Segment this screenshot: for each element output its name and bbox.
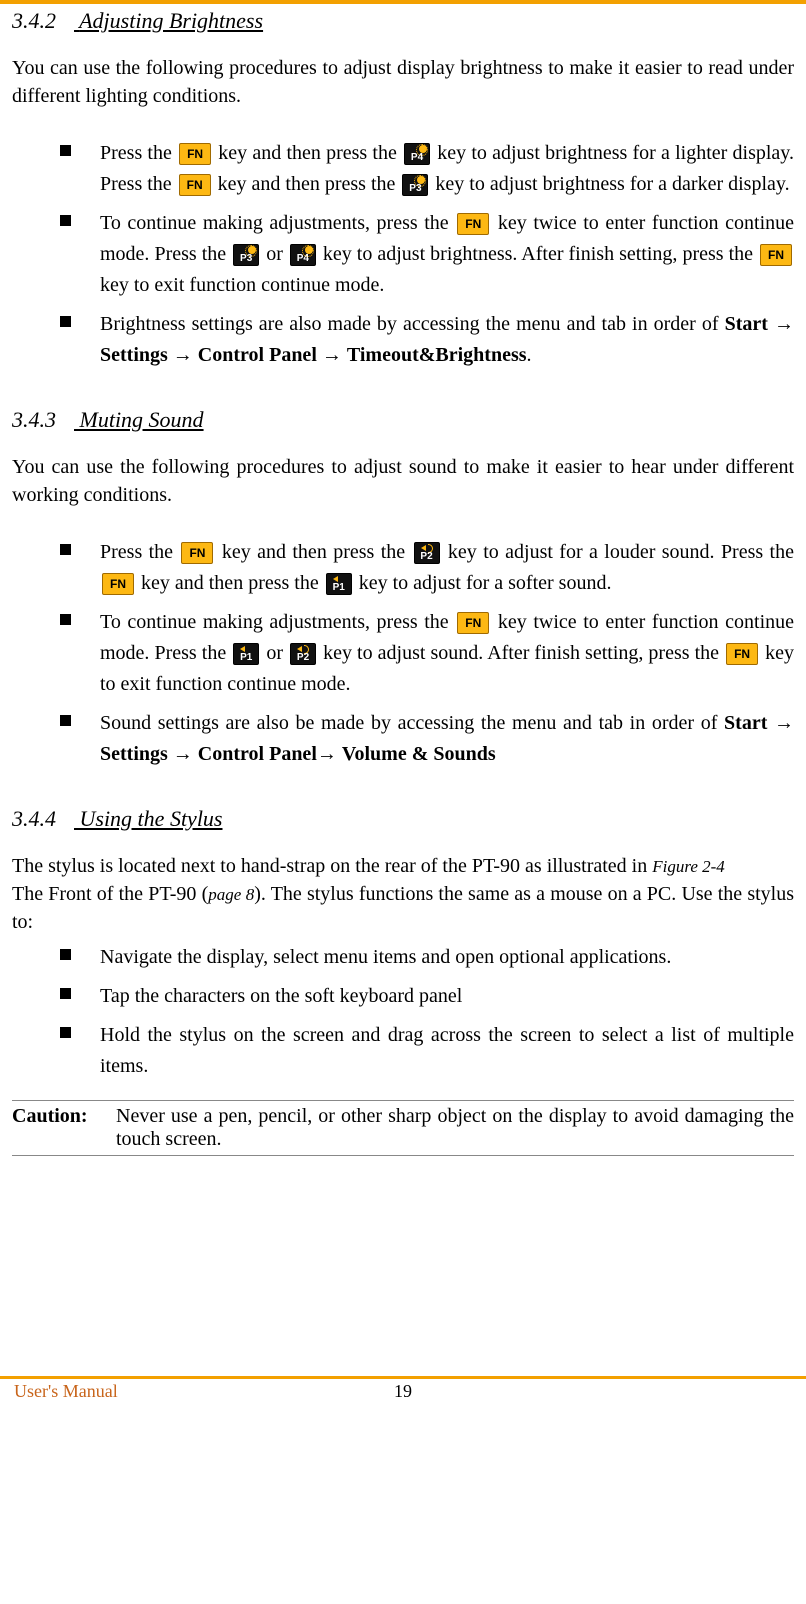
p1-key-icon: P1 (326, 573, 352, 595)
p4-key-icon: P4 (404, 143, 430, 165)
list-item: To continue making adjustments, press th… (60, 607, 794, 700)
top-divider (0, 0, 806, 4)
intro-sound: You can use the following procedures to … (12, 453, 794, 509)
fn-key-icon: FN (181, 542, 213, 564)
page-number: 19 (394, 1381, 412, 1402)
list-stylus: Navigate the display, select menu items … (12, 942, 794, 1082)
fn-key-icon: FN (179, 174, 211, 196)
fn-key-icon: FN (102, 573, 134, 595)
stylus-paragraph: The stylus is located next to hand-strap… (12, 852, 794, 936)
page-reference: page 8 (208, 885, 254, 904)
list-item: Tap the characters on the soft keyboard … (60, 981, 794, 1012)
fn-key-icon: FN (457, 612, 489, 634)
fn-key-icon: FN (726, 643, 758, 665)
heading-brightness: 3.4.2 Adjusting Brightness (12, 8, 794, 34)
footer: User's Manual 19 (0, 1379, 806, 1412)
list-item: Sound settings are also be made by acces… (60, 708, 794, 770)
p2-key-icon: P2 (414, 542, 440, 564)
intro-brightness: You can use the following procedures to … (12, 54, 794, 110)
heading-number: 3.4.3 (12, 407, 74, 433)
figure-reference: Figure 2-4 (652, 857, 725, 876)
caution-text: Never use a pen, pencil, or other sharp … (112, 1105, 794, 1151)
heading-number: 3.4.4 (12, 806, 74, 832)
list-item: Navigate the display, select menu items … (60, 942, 794, 973)
p3-key-icon: P3 (402, 174, 428, 196)
footer-manual-label: User's Manual (14, 1381, 118, 1402)
p2-key-icon: P2 (290, 643, 316, 665)
p3-key-icon: P3 (233, 244, 259, 266)
list-item: Brightness settings are also made by acc… (60, 309, 794, 371)
caution-label: Caution: (12, 1105, 112, 1151)
list-item: Press the FN key and then press the P2 k… (60, 537, 794, 599)
p1-key-icon: P1 (233, 643, 259, 665)
heading-title: Using the Stylus (80, 806, 223, 831)
heading-stylus: 3.4.4 Using the Stylus (12, 806, 794, 832)
fn-key-icon: FN (457, 213, 489, 235)
p4-key-icon: P4 (290, 244, 316, 266)
heading-sound: 3.4.3 Muting Sound (12, 407, 794, 433)
fn-key-icon: FN (760, 244, 792, 266)
fn-key-icon: FN (179, 143, 211, 165)
list-item: To continue making adjustments, press th… (60, 208, 794, 301)
list-brightness: Press the FN key and then press the P4 k… (12, 138, 794, 371)
heading-number: 3.4.2 (12, 8, 74, 34)
list-item: Press the FN key and then press the P4 k… (60, 138, 794, 200)
heading-title: Adjusting Brightness (79, 8, 263, 33)
list-item: Hold the stylus on the screen and drag a… (60, 1020, 794, 1082)
heading-title: Muting Sound (80, 407, 204, 432)
page-content: 3.4.2 Adjusting Brightness You can use t… (0, 8, 806, 1156)
list-sound: Press the FN key and then press the P2 k… (12, 537, 794, 770)
caution-box: Caution: Never use a pen, pencil, or oth… (12, 1100, 794, 1156)
